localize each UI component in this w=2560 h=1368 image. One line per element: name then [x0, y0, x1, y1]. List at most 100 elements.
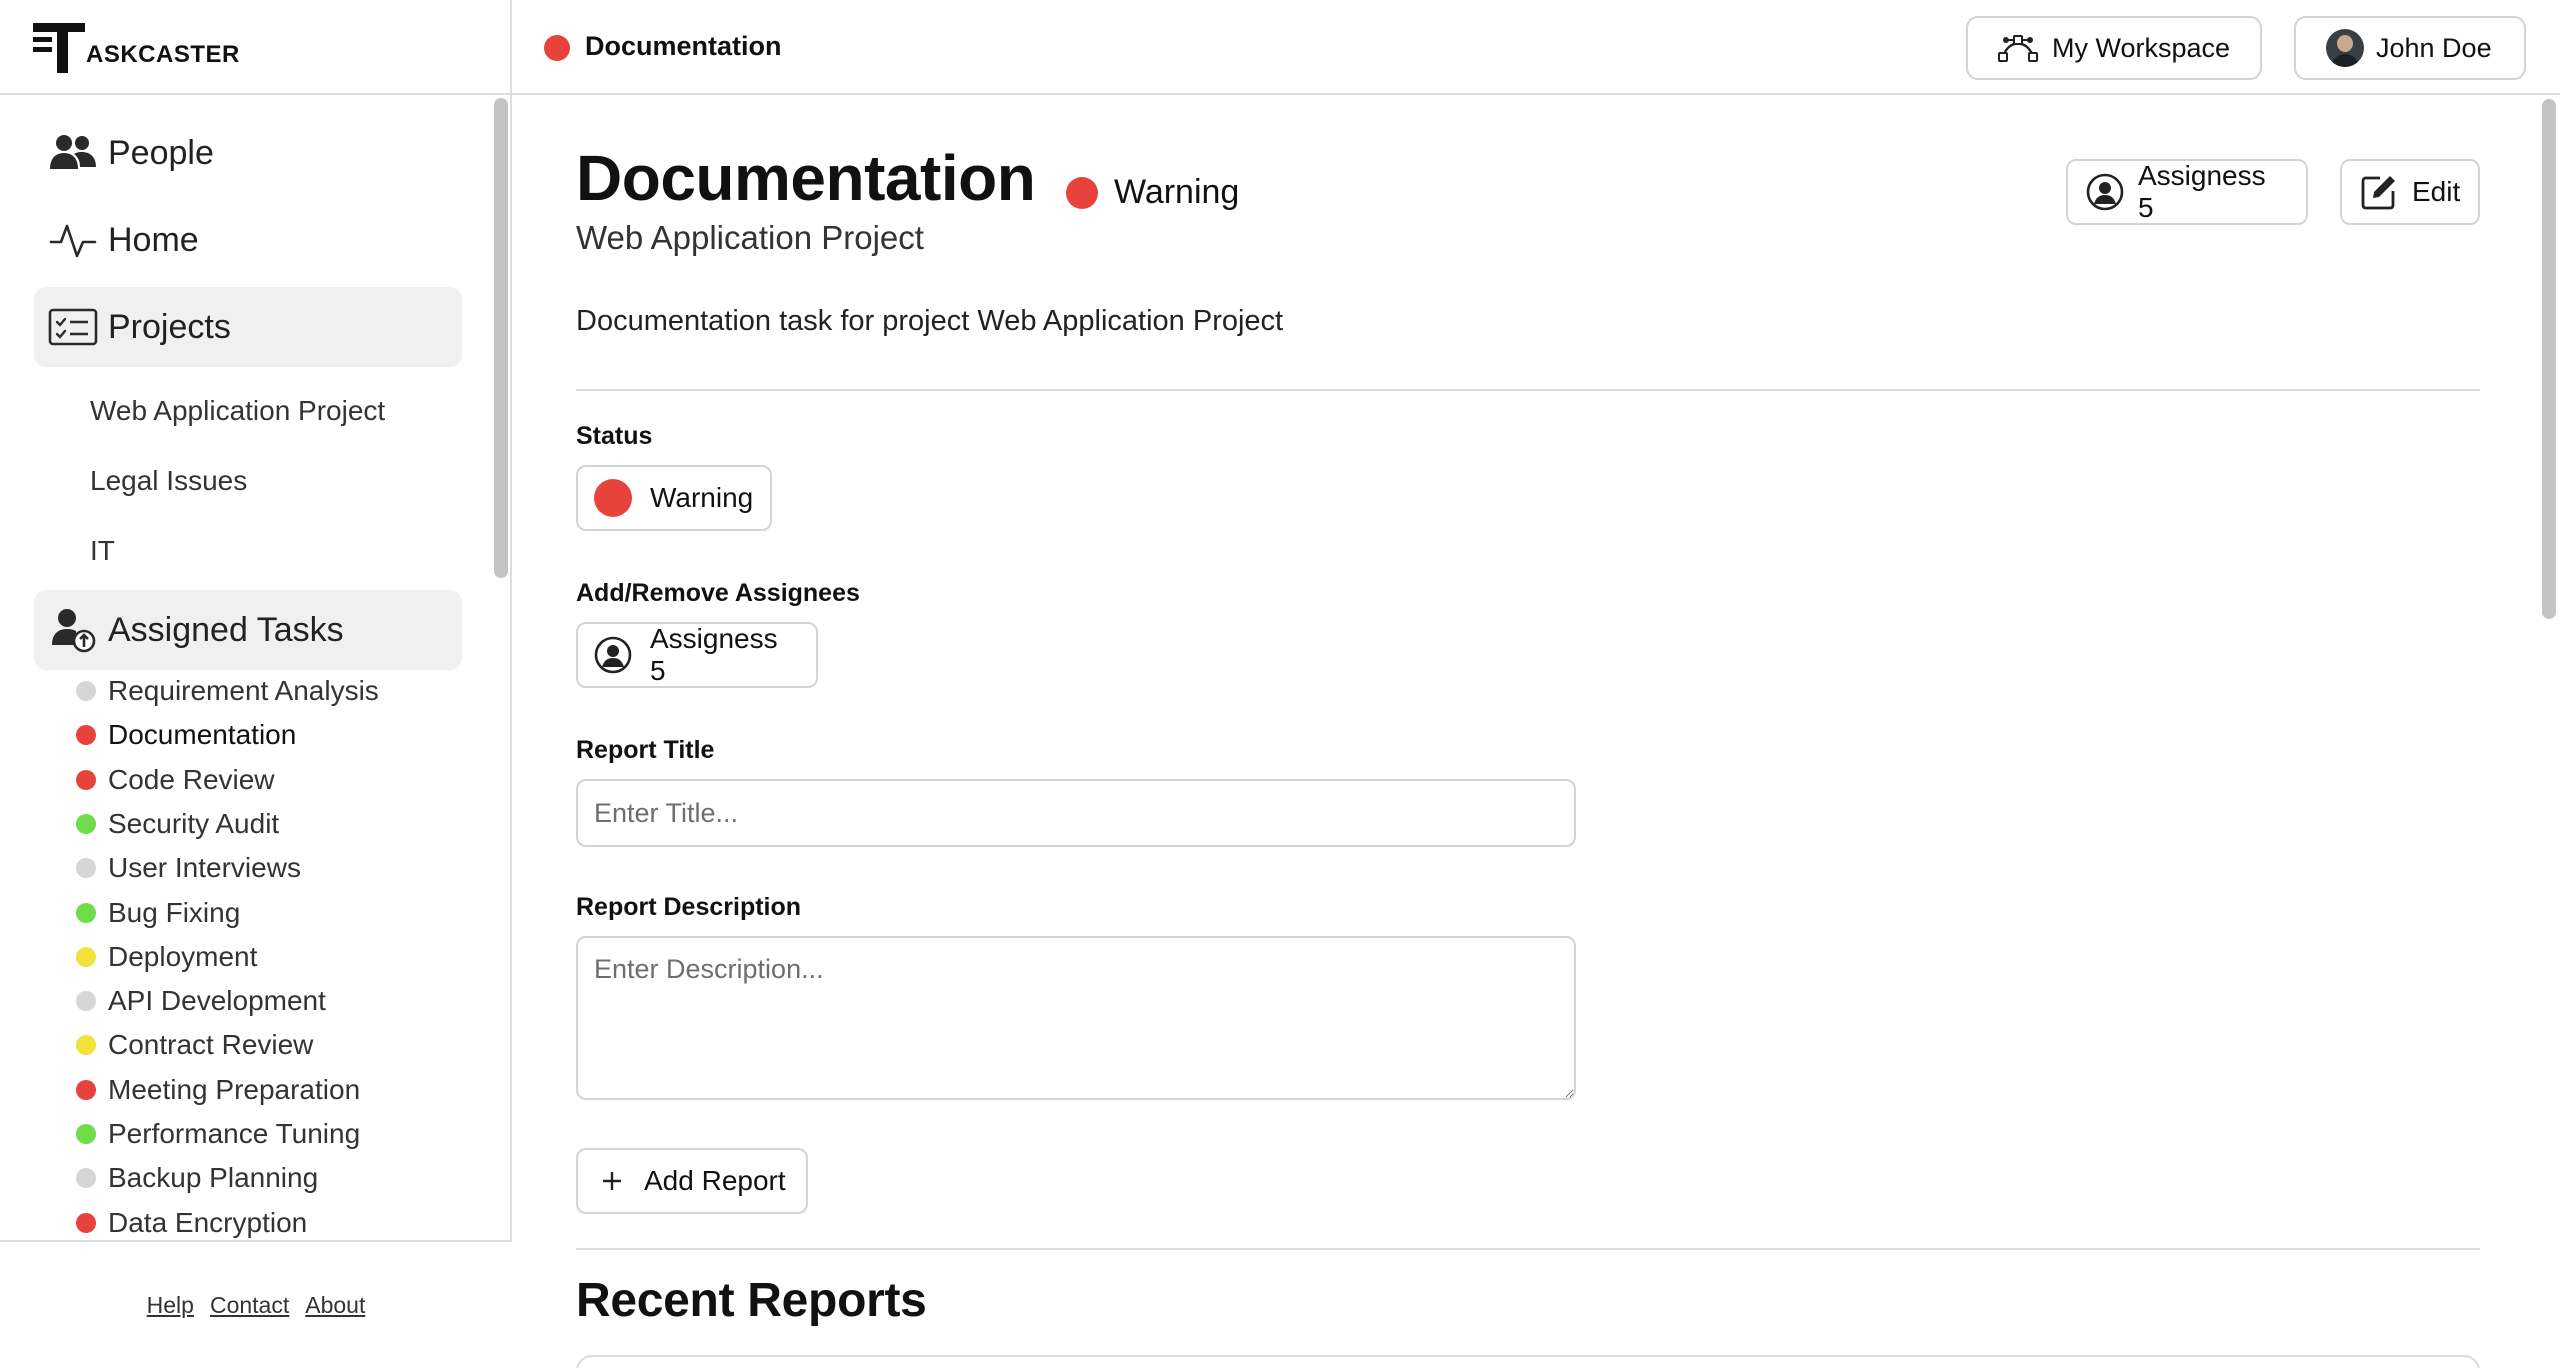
- divider: [576, 389, 2480, 391]
- sidebar: ASKCASTER People Home Projects Web Appli…: [0, 0, 512, 1368]
- report-title-input[interactable]: [576, 779, 1576, 847]
- status-dot-icon: [544, 35, 570, 61]
- task-list-item[interactable]: User Interviews: [76, 852, 301, 884]
- task-list-item[interactable]: Deployment: [76, 941, 257, 973]
- task-list-item[interactable]: API Development: [76, 985, 326, 1017]
- help-link[interactable]: Help: [147, 1292, 194, 1319]
- status-selector-value: Warning: [650, 482, 754, 513]
- checklist-icon: [48, 302, 98, 352]
- task-list-item[interactable]: Code Review: [76, 764, 275, 796]
- sidebar-item-label: Home: [108, 220, 199, 259]
- report-description-textarea[interactable]: [576, 936, 1576, 1100]
- workspace-button[interactable]: My Workspace: [1966, 16, 2262, 80]
- project-item[interactable]: IT: [90, 535, 115, 567]
- status-dot-icon: [76, 681, 96, 701]
- assignees-label: Add/Remove Assignees: [576, 579, 860, 607]
- sidebar-item-label: People: [108, 133, 214, 172]
- sidebar-item-people[interactable]: People: [34, 113, 462, 193]
- page-title: Documentation: [576, 142, 1036, 214]
- task-list-item[interactable]: Performance Tuning: [76, 1118, 360, 1150]
- sidebar-footer: Help Contact About: [0, 1240, 512, 1368]
- status-dot-icon: [76, 903, 96, 923]
- report-title-label: Report Title: [576, 736, 715, 764]
- status-dot-icon: [76, 814, 96, 834]
- edit-icon: [2360, 173, 2398, 211]
- logo-text: ASKCASTER: [86, 41, 240, 68]
- plus-icon: [600, 1169, 624, 1193]
- task-label: Backup Planning: [108, 1162, 319, 1193]
- edit-button-label: Edit: [2412, 176, 2461, 207]
- user-upload-icon: [48, 605, 98, 655]
- add-report-button[interactable]: Add Report: [576, 1148, 808, 1214]
- task-list-item[interactable]: Contract Review: [76, 1029, 313, 1061]
- status-dot-icon: [76, 1168, 96, 1188]
- task-label: Data Encryption: [108, 1207, 308, 1238]
- sidebar-scrollbar[interactable]: [494, 98, 508, 578]
- about-link[interactable]: About: [305, 1292, 365, 1319]
- user-circle-icon: [594, 636, 632, 674]
- task-label: Documentation: [108, 719, 297, 750]
- contact-link[interactable]: Contact: [210, 1292, 289, 1319]
- task-label: Requirement Analysis: [108, 675, 379, 706]
- status-text: Warning: [1114, 173, 1240, 211]
- status-dot-icon: [76, 770, 96, 790]
- status-dot-icon: [1066, 176, 1098, 209]
- user-menu-button[interactable]: John Doe: [2294, 16, 2526, 80]
- user-name: John Doe: [2376, 32, 2492, 63]
- report-description-label: Report Description: [576, 893, 802, 921]
- project-item[interactable]: Web Application Project: [90, 395, 385, 427]
- assignees-button[interactable]: Assigness 5: [2066, 159, 2308, 225]
- status-dot-icon: [76, 725, 96, 745]
- main-scrollbar[interactable]: [2542, 99, 2556, 619]
- title-status-badge: Warning: [1066, 173, 1239, 212]
- edit-button[interactable]: Edit: [2340, 159, 2480, 225]
- assignees-selector-value: Assigness 5: [650, 623, 778, 686]
- project-subtitle: Web Application Project: [576, 219, 924, 256]
- main-content: Documentation Warning Web Application Pr…: [512, 95, 2560, 1368]
- status-label: Status: [576, 422, 653, 450]
- task-list-item[interactable]: Documentation: [76, 719, 296, 751]
- logo[interactable]: ASKCASTER: [33, 20, 240, 76]
- recent-reports-heading: Recent Reports: [576, 1274, 927, 1327]
- sidebar-item-label: Assigned Tasks: [108, 610, 344, 649]
- task-label: API Development: [108, 985, 326, 1016]
- task-label: Meeting Preparation: [108, 1074, 361, 1105]
- task-list-item[interactable]: Security Audit: [76, 808, 279, 840]
- assignees-selector[interactable]: Assigness 5: [576, 622, 818, 688]
- project-item[interactable]: Legal Issues: [90, 465, 247, 497]
- status-dot-icon: [76, 1124, 96, 1144]
- topbar: Documentation My Workspace John Doe: [512, 0, 2560, 95]
- task-list-item[interactable]: Meeting Preparation: [76, 1074, 360, 1106]
- bezier-curve-icon: [1998, 33, 2038, 63]
- divider: [576, 1248, 2480, 1250]
- avatar: [2326, 29, 2364, 67]
- user-circle-icon: [2086, 173, 2124, 211]
- task-list-item[interactable]: Bug Fixing: [76, 897, 240, 929]
- task-description: Documentation task for project Web Appli…: [576, 305, 1284, 337]
- logo-mark-icon: [33, 20, 88, 76]
- topbar-title: Documentation: [585, 31, 782, 61]
- assignees-button-label: Assigness 5: [2138, 160, 2266, 223]
- task-label: Code Review: [108, 764, 275, 795]
- task-label: Bug Fixing: [108, 897, 241, 928]
- status-dot-icon: [76, 1080, 96, 1100]
- task-list-item[interactable]: Requirement Analysis: [76, 675, 379, 707]
- status-dot-icon: [76, 1213, 96, 1233]
- status-dot-icon: [76, 1035, 96, 1055]
- sidebar-item-assigned-tasks[interactable]: Assigned Tasks: [34, 590, 462, 670]
- status-selector[interactable]: Warning: [576, 465, 772, 531]
- task-list-item[interactable]: Data Encryption: [76, 1207, 307, 1239]
- status-dot-icon: [594, 479, 632, 517]
- report-card: [576, 1355, 2480, 1368]
- task-label: Security Audit: [108, 808, 280, 839]
- sidebar-item-label: Projects: [108, 307, 231, 346]
- activity-icon: [48, 215, 98, 265]
- task-label: Deployment: [108, 941, 258, 972]
- status-dot-icon: [76, 858, 96, 878]
- sidebar-item-home[interactable]: Home: [34, 200, 462, 280]
- sidebar-item-projects[interactable]: Projects: [34, 287, 462, 367]
- task-list-item[interactable]: Backup Planning: [76, 1162, 318, 1194]
- status-dot-icon: [76, 947, 96, 967]
- status-dot-icon: [76, 991, 96, 1011]
- people-icon: [48, 128, 98, 178]
